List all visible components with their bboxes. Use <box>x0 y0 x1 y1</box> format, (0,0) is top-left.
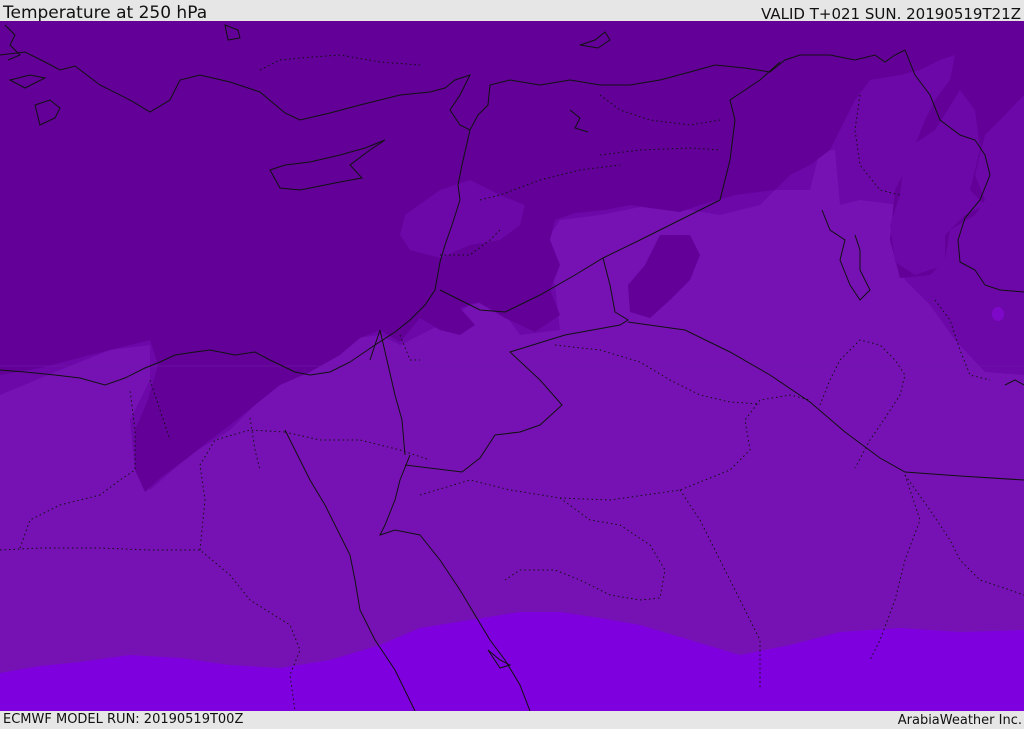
header-bar: Temperature at 250 hPa VALID T+021 SUN. … <box>0 0 1024 23</box>
temperature-map[interactable] <box>0 21 1024 711</box>
footer-bar: ECMWF MODEL RUN: 20190519T00Z ArabiaWeat… <box>0 711 1024 729</box>
credit-label: ArabiaWeather Inc. <box>897 713 1022 728</box>
map-title: Temperature at 250 hPa <box>3 3 208 23</box>
model-run-label: ECMWF MODEL RUN: 20190519T00Z <box>3 712 244 727</box>
map-panel[interactable] <box>0 21 1024 711</box>
